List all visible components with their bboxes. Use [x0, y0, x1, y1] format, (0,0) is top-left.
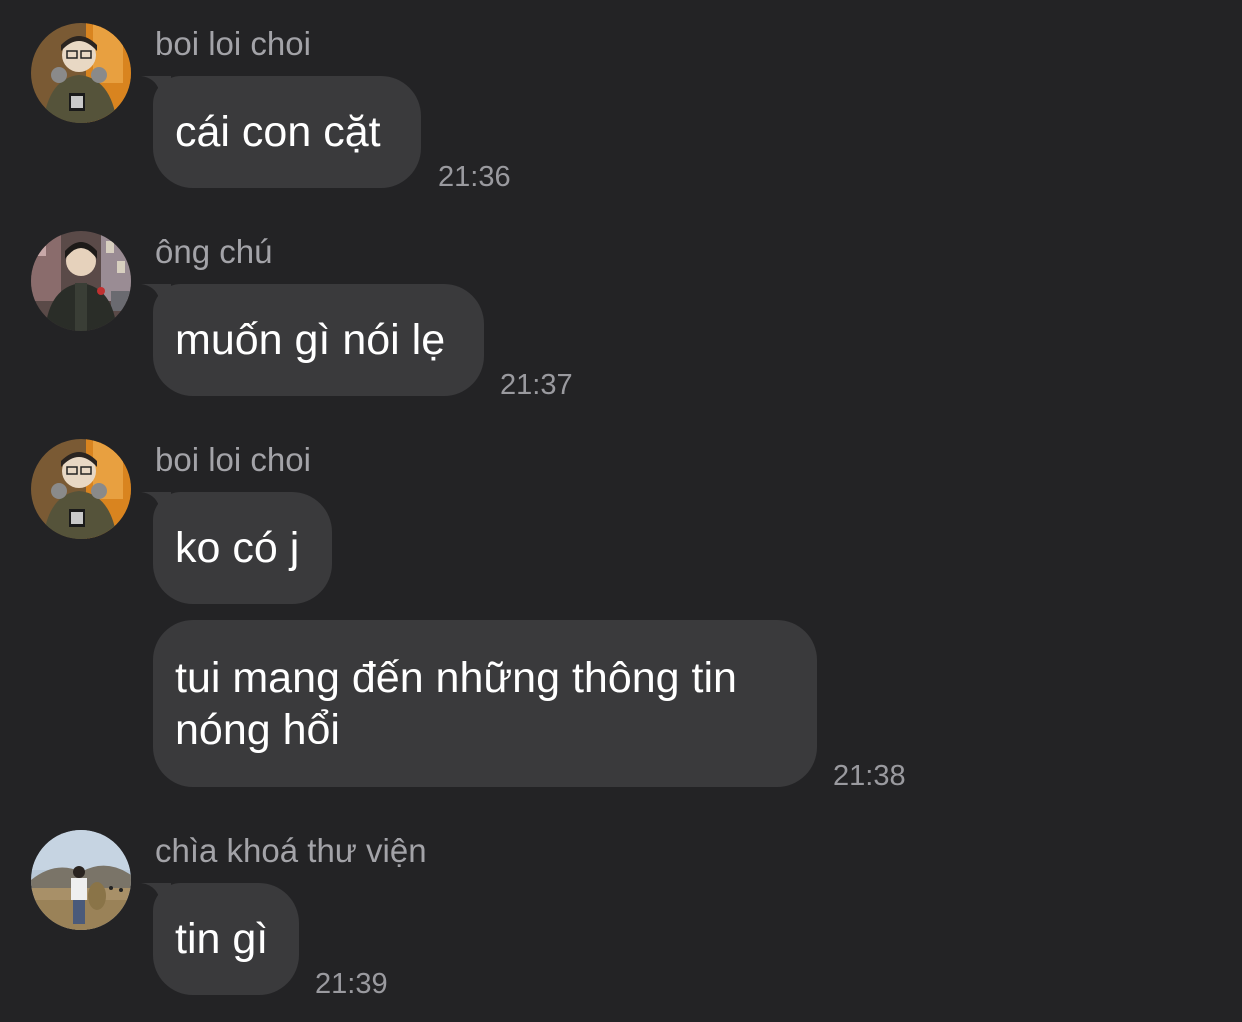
sender-name: boi loi choi: [155, 25, 311, 62]
message-bubble[interactable]: tin gì: [141, 883, 299, 995]
message-bubble[interactable]: muốn gì nói lẹ: [141, 284, 484, 396]
message-text: tui mang đến những thông tin nóng hổi: [175, 653, 737, 754]
avatar-boy-city-icon: [31, 231, 131, 331]
sender-name: ông chú: [155, 233, 273, 270]
sender-name: boi loi choi: [155, 441, 311, 478]
bubble-tail-icon: [141, 284, 171, 310]
sender-name: chìa khoá thư viện: [155, 832, 427, 869]
message-text: muốn gì nói lẹ: [175, 316, 446, 364]
avatar-boi-loi-choi[interactable]: [31, 439, 131, 539]
avatar-ong-chu[interactable]: [31, 231, 131, 331]
message-timestamp: 21:36: [438, 161, 511, 193]
message-bubble[interactable]: cái con cặt: [141, 76, 421, 188]
bubble-tail-icon: [141, 492, 171, 518]
message-timestamp: 21:38: [833, 760, 906, 792]
bubble-tail-icon: [141, 76, 171, 102]
message-timestamp: 21:37: [500, 369, 573, 401]
message-bubble[interactable]: tui mang đến những thông tin nóng hổi: [153, 620, 817, 787]
message-timestamp: 21:39: [315, 968, 388, 1000]
avatar-field-landscape-icon: [31, 830, 131, 930]
avatar-chia-khoa-thu-vien[interactable]: [31, 830, 131, 930]
message-text: cái con cặt: [175, 108, 381, 156]
message-text: tin gì: [175, 915, 269, 963]
message-bubble[interactable]: ko có j: [141, 492, 332, 604]
avatar-girl-glasses-icon: [31, 23, 131, 123]
message-text: ko có j: [175, 524, 300, 572]
avatar-boi-loi-choi[interactable]: [31, 23, 131, 123]
bubble-tail-icon: [141, 883, 171, 909]
avatar-girl-glasses-icon: [31, 439, 131, 539]
